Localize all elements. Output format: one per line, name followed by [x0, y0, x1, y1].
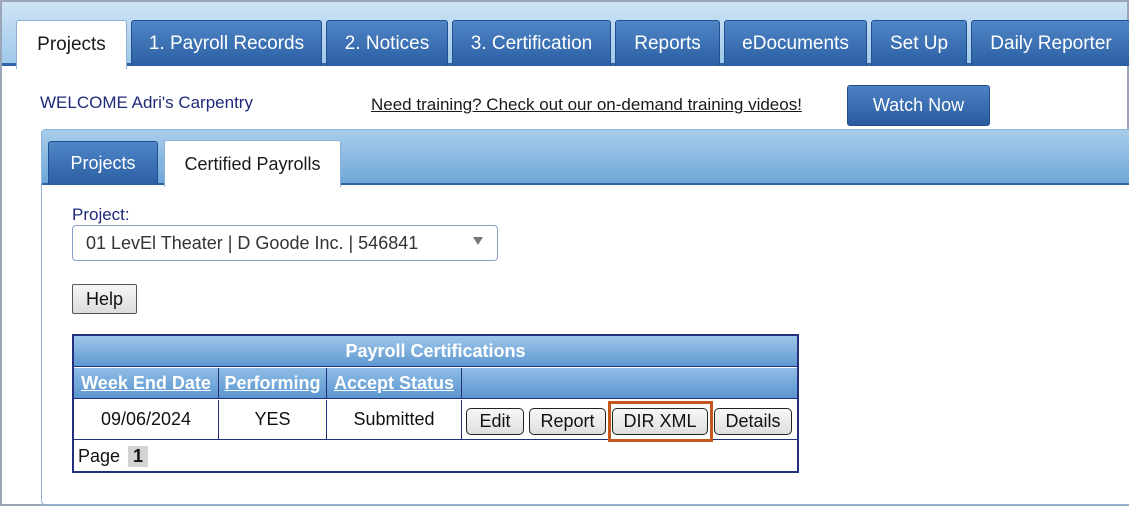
window-frame: Projects 1. Payroll Records 2. Notices 3…	[0, 0, 1129, 506]
main-tab-bar: Projects 1. Payroll Records 2. Notices 3…	[2, 2, 1129, 69]
cell-performing: YES	[219, 400, 327, 440]
training-link[interactable]: Need training? Check out our on-demand t…	[371, 95, 802, 115]
dir-xml-button[interactable]: DIR XML	[612, 408, 708, 435]
project-select-value: 01 LevEl Theater | D Goode Inc. | 546841	[86, 232, 419, 253]
tab-payroll-records[interactable]: 1. Payroll Records	[131, 20, 322, 66]
help-button[interactable]: Help	[72, 284, 137, 314]
cell-accept-status: Submitted	[327, 400, 462, 440]
certified-payrolls-panel: Projects Certified Payrolls Project: 01 …	[41, 129, 1129, 505]
tab-daily-reporter[interactable]: Daily Reporter	[971, 20, 1129, 66]
page-label: Page	[78, 446, 121, 466]
page-number-1[interactable]: 1	[128, 446, 149, 467]
pager: Page 1	[78, 446, 149, 467]
column-header-performing[interactable]: Performing	[219, 368, 327, 399]
tab-reports[interactable]: Reports	[615, 20, 720, 66]
details-button[interactable]: Details	[714, 408, 792, 435]
column-header-week-end-date[interactable]: Week End Date	[74, 368, 219, 399]
table-title: Payroll Certifications	[74, 336, 797, 367]
sub-tab-bar: Projects Certified Payrolls	[42, 130, 1129, 187]
chevron-down-icon	[473, 237, 483, 245]
subtab-projects[interactable]: Projects	[48, 141, 158, 185]
payroll-certifications-table: Payroll Certifications Week End Date Per…	[72, 334, 799, 473]
subtab-certified-payrolls[interactable]: Certified Payrolls	[164, 140, 341, 187]
project-select[interactable]: 01 LevEl Theater | D Goode Inc. | 546841	[72, 225, 498, 261]
report-button[interactable]: Report	[529, 408, 606, 435]
edit-button[interactable]: Edit	[466, 408, 524, 435]
column-header-accept-status[interactable]: Accept Status	[327, 368, 462, 399]
welcome-message: WELCOME Adri's Carpentry	[40, 93, 253, 112]
watch-now-button[interactable]: Watch Now	[847, 85, 990, 126]
tab-set-up[interactable]: Set Up	[871, 20, 967, 66]
tab-projects[interactable]: Projects	[16, 20, 127, 69]
project-label: Project:	[72, 205, 130, 224]
cell-week-end-date: 09/06/2024	[74, 400, 219, 440]
tab-certification[interactable]: 3. Certification	[452, 20, 611, 66]
tab-edocuments[interactable]: eDocuments	[724, 20, 867, 66]
column-header-actions	[462, 368, 797, 399]
tab-notices[interactable]: 2. Notices	[326, 20, 448, 66]
